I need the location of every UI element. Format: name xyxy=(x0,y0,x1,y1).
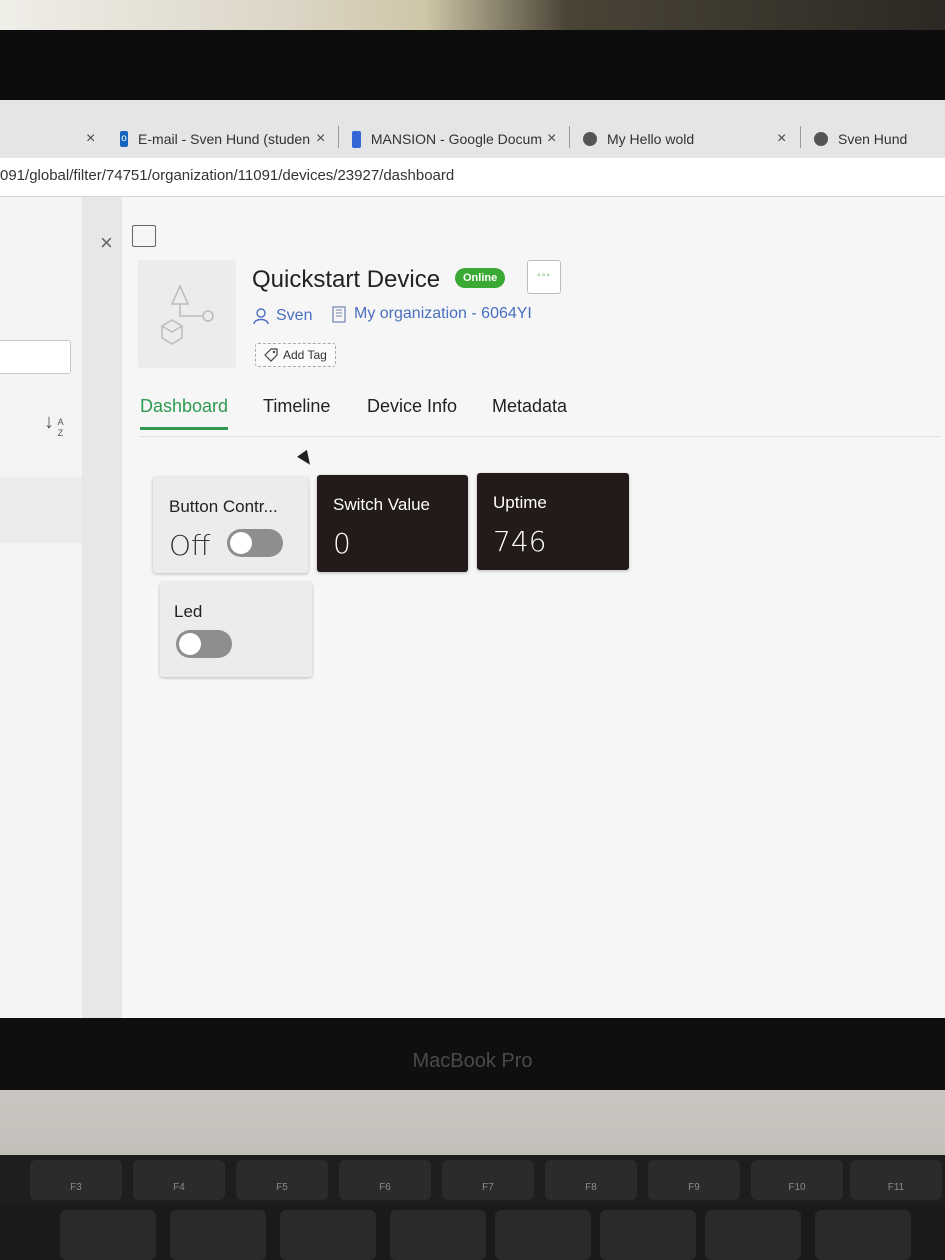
key-f8-label: F8 xyxy=(585,1182,597,1193)
tab-hello-world[interactable]: My Hello wold xyxy=(583,120,763,158)
key-f9-label: F9 xyxy=(688,1182,700,1193)
tab-device-info[interactable]: Device Info xyxy=(367,396,457,427)
switch-value-widget: Switch Value 0 xyxy=(317,475,468,572)
address-bar[interactable]: 091/global/filter/74751/organization/110… xyxy=(0,158,945,197)
key[interactable] xyxy=(705,1210,801,1260)
tab-email-label: E-mail - Sven Hund (studen xyxy=(138,131,310,147)
key[interactable] xyxy=(600,1210,696,1260)
key-f6[interactable]: F6 xyxy=(339,1160,431,1200)
button-control-toggle[interactable] xyxy=(227,529,283,557)
key-f10-label: F10 xyxy=(788,1182,806,1193)
sort-az-icon[interactable]: ↓ A Z xyxy=(44,412,64,439)
sort-letters: A Z xyxy=(57,417,64,438)
key[interactable] xyxy=(495,1210,591,1260)
key-f6-label: F6 xyxy=(379,1182,391,1193)
building-icon xyxy=(332,306,346,323)
key[interactable] xyxy=(170,1210,266,1260)
device-illustration-icon xyxy=(160,284,214,345)
tab-hello-label: My Hello wold xyxy=(607,131,695,147)
led-title: Led xyxy=(174,602,203,621)
key-f8[interactable]: F8 xyxy=(545,1160,637,1200)
url-text[interactable]: 091/global/filter/74751/organization/110… xyxy=(0,167,454,184)
organization-name: My organization - 6064YI xyxy=(354,305,532,322)
add-tag-label: Add Tag xyxy=(283,348,327,362)
outlook-icon: o xyxy=(120,131,129,147)
browser-tab-bar: × o E-mail - Sven Hund (studen × MANSION… xyxy=(0,100,945,158)
key-f5-label: F5 xyxy=(276,1182,288,1193)
key-f9[interactable]: F9 xyxy=(648,1160,740,1200)
tab-close-icon[interactable]: × xyxy=(86,120,95,158)
led-toggle[interactable] xyxy=(176,630,232,658)
uptime-title: Uptime xyxy=(493,493,547,512)
button-control-title: Button Contr... xyxy=(169,497,278,516)
device-list-panel: ↓ A Z xyxy=(0,197,86,1018)
laptop-brand-label: MacBook Pro xyxy=(412,1050,533,1072)
device-title: Quickstart Device xyxy=(252,266,441,293)
key-f3-label: F3 xyxy=(70,1182,82,1193)
user-icon xyxy=(253,308,269,325)
key-f7-label: F7 xyxy=(482,1182,494,1193)
status-badge: Online xyxy=(455,268,506,288)
key[interactable] xyxy=(815,1210,911,1260)
switch-value-title: Switch Value xyxy=(333,495,431,514)
key-f5[interactable]: F5 xyxy=(236,1160,328,1200)
button-control-widget: Button Contr... Off xyxy=(153,477,308,573)
tab-email-close-icon[interactable]: × xyxy=(316,120,325,158)
key-f11[interactable]: F11 xyxy=(850,1160,942,1200)
tab-sven-hund[interactable]: Sven Hund xyxy=(814,120,945,158)
tab-mansion-close-icon[interactable]: × xyxy=(547,120,556,158)
sort-arrow: ↓ xyxy=(44,411,54,433)
device-image xyxy=(138,260,236,368)
key-f4-label: F4 xyxy=(173,1182,185,1193)
add-tag-button[interactable]: Add Tag xyxy=(255,343,336,367)
key-f7[interactable]: F7 xyxy=(442,1160,534,1200)
screen-bezel-top xyxy=(0,30,945,110)
tab-sven-label: Sven Hund xyxy=(838,131,908,147)
tab-dashboard[interactable]: Dashboard xyxy=(140,396,229,430)
key[interactable] xyxy=(390,1210,486,1260)
key-f10[interactable]: F10 xyxy=(751,1160,843,1200)
device-search-input[interactable] xyxy=(0,340,71,374)
uptime-widget: Uptime 746 xyxy=(477,473,629,570)
key-f3[interactable]: F3 xyxy=(30,1160,122,1200)
organization-link[interactable]: My organization - 6064YI xyxy=(330,305,532,323)
owner-name: Sven xyxy=(276,307,313,324)
key[interactable] xyxy=(280,1210,376,1260)
tab-hello-close-icon[interactable]: × xyxy=(777,120,786,158)
tab-separator xyxy=(800,126,801,148)
more-options-button[interactable]: ◦◦◦ xyxy=(527,260,561,294)
tab-email[interactable]: o E-mail - Sven Hund (studen xyxy=(120,120,310,158)
key[interactable] xyxy=(60,1210,156,1260)
panel-divider xyxy=(82,197,122,1018)
laptop-screen: × o E-mail - Sven Hund (studen × MANSION… xyxy=(0,100,945,1018)
tag-icon xyxy=(264,348,278,362)
device-tabs: Dashboard Timeline Device Info Metadata xyxy=(140,396,940,437)
tab-separator xyxy=(569,126,570,148)
docs-icon xyxy=(352,130,361,148)
close-panel-icon[interactable]: × xyxy=(100,230,113,256)
globe-icon xyxy=(814,132,828,146)
switch-value-number: 0 xyxy=(333,527,351,560)
device-list-item[interactable] xyxy=(0,477,86,543)
expand-panel-icon[interactable] xyxy=(132,225,156,247)
globe-icon xyxy=(583,132,597,146)
led-widget: Led xyxy=(160,582,312,677)
tab-separator xyxy=(338,126,339,148)
key-f4[interactable]: F4 xyxy=(133,1160,225,1200)
tab-metadata[interactable]: Metadata xyxy=(492,396,567,427)
uptime-value: 746 xyxy=(493,525,547,558)
tab-mansion-label: MANSION - Google Docum xyxy=(370,131,542,147)
tab-timeline[interactable]: Timeline xyxy=(263,396,330,427)
tab-mansion-doc[interactable]: MANSION - Google Docum xyxy=(352,120,542,158)
owner-link[interactable]: Sven xyxy=(252,307,312,325)
button-control-state: Off xyxy=(169,529,211,562)
key-f11-label: F11 xyxy=(887,1182,905,1193)
